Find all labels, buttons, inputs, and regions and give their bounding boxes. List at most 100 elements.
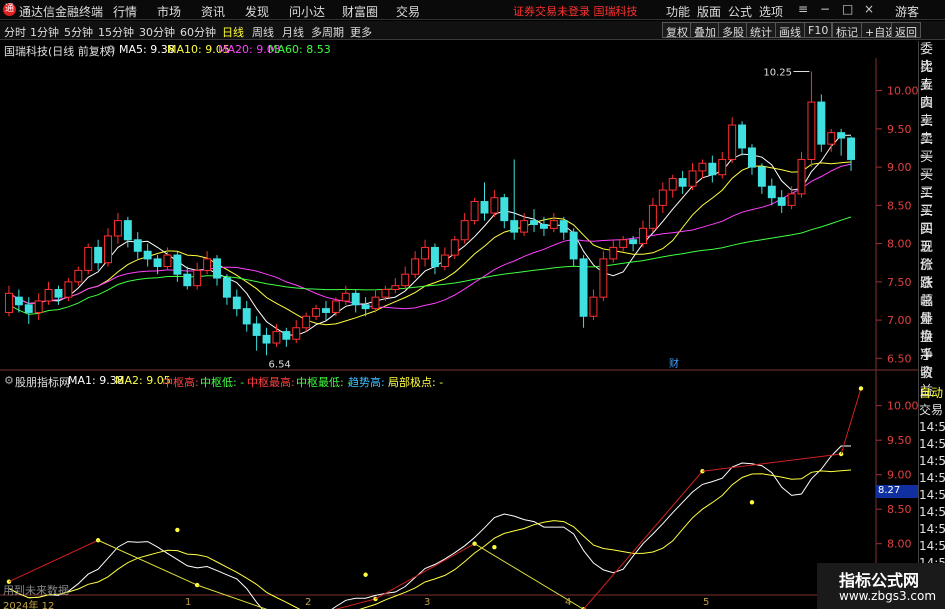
candle-body xyxy=(312,308,321,317)
menu-functions[interactable]: 功能 xyxy=(666,3,690,20)
local-point xyxy=(175,527,180,533)
close-icon[interactable]: × xyxy=(864,2,874,16)
menu-icon[interactable]: ≡ xyxy=(798,2,808,16)
stats-button[interactable]: 统计 xyxy=(746,22,776,39)
candle-body xyxy=(639,227,647,245)
ma-line-3 xyxy=(8,216,852,315)
candle-body xyxy=(648,204,657,229)
candle-body xyxy=(24,304,33,313)
ind-ma2-line xyxy=(8,469,852,609)
ma-line-0 xyxy=(8,134,851,336)
candle-body xyxy=(113,220,122,237)
candle-body xyxy=(609,246,618,260)
date-tick-5: 5 xyxy=(703,597,710,608)
y-tick-label: 8.50 xyxy=(887,199,912,212)
period-60min[interactable]: 60分钟 xyxy=(180,24,216,40)
candle-body xyxy=(569,231,578,260)
candle-body xyxy=(74,269,83,283)
y-tick-label: 10.00 xyxy=(887,85,919,98)
ind-y-tick-label: 10.00 xyxy=(887,400,919,413)
settings-icon[interactable]: ⚙ xyxy=(106,43,116,56)
menu-options[interactable]: 选项 xyxy=(759,3,783,20)
adjust-button[interactable]: 复权 xyxy=(662,22,692,39)
quote-field-2: 卖四 xyxy=(920,78,934,111)
y-tick-label: 9.00 xyxy=(887,161,912,174)
candle-body xyxy=(331,300,340,313)
mark-button[interactable]: 标记 xyxy=(832,22,862,39)
candle-body xyxy=(559,220,568,233)
period-weekly[interactable]: 周线 xyxy=(252,24,274,40)
candle-body xyxy=(520,220,529,233)
maximize-icon[interactable]: □ xyxy=(842,2,853,16)
trade-field-9: 14:56 xyxy=(919,539,945,553)
f10-button[interactable]: F10 xyxy=(804,22,833,38)
menu-formula[interactable]: 公式 xyxy=(728,3,752,20)
period-1min[interactable]: 1分钟 xyxy=(30,24,59,40)
quote-field-9: 买四 xyxy=(920,204,934,237)
guest-label[interactable]: 游客 xyxy=(895,3,919,20)
ind-y-tick-label: 9.00 xyxy=(887,469,912,482)
settings-icon[interactable]: ⚙ xyxy=(4,374,14,387)
candle-body xyxy=(530,220,538,225)
back-button[interactable]: 返回 xyxy=(891,22,921,39)
candle-body xyxy=(668,178,677,191)
draw-button[interactable]: 画线 xyxy=(775,22,805,39)
low-price-label: 6.54 xyxy=(269,359,291,370)
period-monthly[interactable]: 月线 xyxy=(282,24,304,40)
watermark-url: www.zbgs3.com xyxy=(839,589,937,603)
quote-field-8: 买三 xyxy=(920,186,934,219)
trade-field-4: 14:56 xyxy=(919,454,945,468)
menu-layout[interactable]: 版面 xyxy=(697,3,721,20)
candle-body xyxy=(757,166,766,187)
candle-body xyxy=(193,269,202,287)
candle-body xyxy=(797,158,806,195)
candle-body xyxy=(381,289,390,298)
menu-ask-xiaoda[interactable]: 问小达 xyxy=(289,3,325,20)
candle-body xyxy=(440,254,449,268)
ma60-label: MA60: 8.53 xyxy=(268,43,331,56)
candle-body xyxy=(222,277,231,298)
period-5min[interactable]: 5分钟 xyxy=(64,24,93,40)
period-multi[interactable]: 多周期 xyxy=(311,24,344,40)
period-daily[interactable]: 日线 xyxy=(222,24,244,40)
trade-field-3: 14:56 xyxy=(919,437,945,451)
menu-discover[interactable]: 发现 xyxy=(245,3,269,20)
candle-body xyxy=(371,296,380,310)
minimize-icon[interactable]: − xyxy=(820,2,830,16)
y-tick-label: 6.50 xyxy=(887,352,912,365)
candle-body xyxy=(391,285,400,290)
period-toolbar: 分时 1分钟 5分钟 15分钟 30分钟 60分钟 日线 周线 月线 多周期 更… xyxy=(0,21,945,40)
ind-y-tick-label: 9.50 xyxy=(887,434,912,447)
period-more[interactable]: 更多 xyxy=(350,24,372,40)
future-data-note: 用到未来数据 xyxy=(3,584,69,597)
login-notice[interactable]: 证券交易未登录 国瑞科技 xyxy=(513,3,638,19)
trade-field-7: 14:56 xyxy=(919,505,945,519)
candle-body xyxy=(64,281,73,298)
quote-field-1: 卖五 xyxy=(920,60,934,93)
candle-body xyxy=(163,254,172,268)
zigzag-segment xyxy=(840,388,862,455)
menu-market[interactable]: 市场 xyxy=(157,3,181,20)
menu-news[interactable]: 资讯 xyxy=(201,3,225,20)
period-30min[interactable]: 30分钟 xyxy=(139,24,175,40)
multi-stock-button[interactable]: 多股 xyxy=(718,22,748,39)
y-tick-label: 7.00 xyxy=(887,314,912,327)
cursor-value: 8.27 xyxy=(876,485,918,498)
high-price-label: 10.25 xyxy=(763,67,792,78)
period-intraday[interactable]: 分时 xyxy=(4,24,26,40)
candle-body xyxy=(54,289,63,298)
candle-body xyxy=(173,254,182,275)
candle-body xyxy=(272,331,281,344)
date-tick-2: 2 xyxy=(305,597,312,608)
quote-field-15: 外盘 xyxy=(920,312,934,345)
trade-panel: 自动交易 14:56 14:56 14:56 14:56 14:56 14:56 14:56 1… xyxy=(918,385,945,575)
menu-wealth-circle[interactable]: 财富圈 xyxy=(342,3,378,20)
zigzag-segment xyxy=(8,539,99,583)
quote-field-16: 换手 xyxy=(920,330,934,363)
overlay-button[interactable]: 叠加 xyxy=(690,22,720,39)
finance-marker: 财 xyxy=(669,357,679,370)
quote-field-12: 涨跌 xyxy=(920,258,934,291)
menu-quotes[interactable]: 行情 xyxy=(113,3,137,20)
period-15min[interactable]: 15分钟 xyxy=(98,24,134,40)
menu-trade[interactable]: 交易 xyxy=(396,3,420,20)
